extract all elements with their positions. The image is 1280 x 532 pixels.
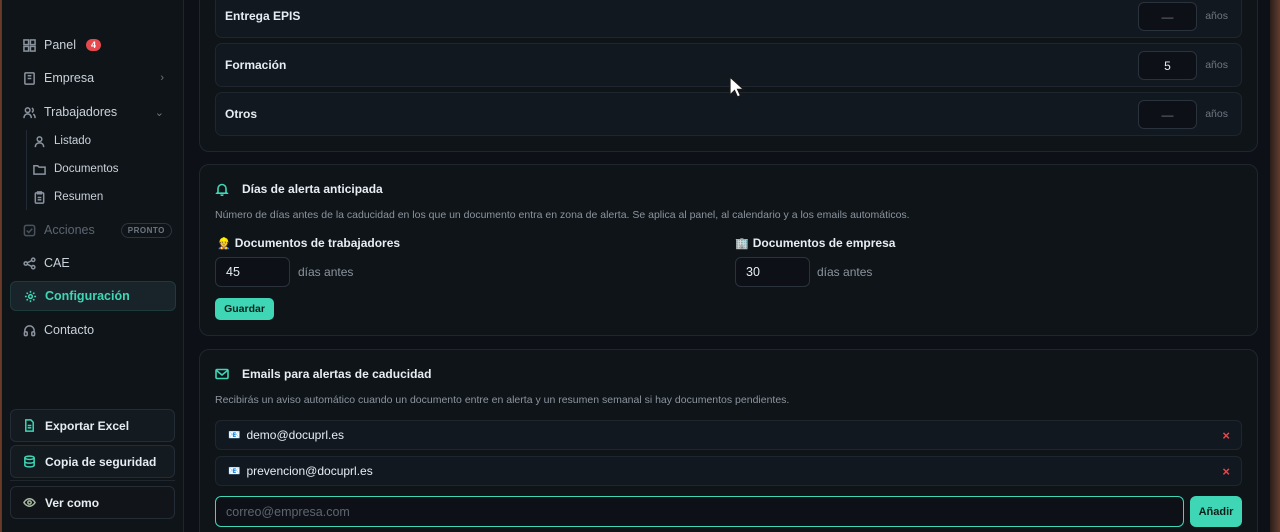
company-docs-label: 🏢 Documentos de empresa [735, 236, 895, 250]
years-unit: años [1205, 59, 1228, 71]
frame-glow-right [1270, 0, 1280, 532]
sidebar-item-label: Resumen [54, 191, 104, 203]
sidebar-item-resumen[interactable]: Resumen [10, 184, 176, 210]
sidebar-item-label: Acciones [44, 223, 95, 237]
company-days-input[interactable]: 30 [735, 257, 810, 287]
backup-button[interactable]: Copia de seguridad [10, 445, 175, 478]
building-emoji-icon: 🏢 [735, 237, 749, 250]
sidebar-item-label: Listado [54, 135, 92, 147]
sidebar-item-contacto[interactable]: Contacto [10, 315, 176, 345]
envelope-icon: 📧 [228, 429, 241, 441]
alert-emails-title: Emails para alertas de caducidad [242, 367, 432, 381]
share-icon [22, 256, 36, 270]
years-unit: años [1205, 10, 1228, 22]
folder-icon [32, 162, 46, 176]
alert-emails-description: Recibirás un aviso automático cuando un … [215, 394, 790, 406]
bell-icon [215, 182, 229, 196]
expiry-row: Entrega EPIS — años [215, 0, 1242, 38]
workers-docs-label: 👷 Documentos de trabajadores [217, 236, 400, 250]
alert-emails-card: Emails para alertas de caducidad Recibir… [199, 349, 1258, 532]
sidebar-item-panel[interactable]: Panel 4 [10, 30, 176, 60]
sidebar: Panel 4 Empresa › Trabajadores ⌄ Listado… [2, 0, 184, 532]
view-as-button[interactable]: Ver como [10, 486, 175, 519]
email-list-item: 📧 prevencion@docuprl.es × [215, 456, 1242, 486]
sidebar-item-trabajadores[interactable]: Trabajadores ⌄ [10, 97, 176, 127]
view-as-label: Ver como [45, 495, 100, 510]
headphones-icon [22, 323, 36, 337]
sidebar-item-label: Trabajadores [44, 105, 118, 119]
email-list-item: 📧 demo@docuprl.es × [215, 420, 1242, 450]
export-excel-button[interactable]: Exportar Excel [10, 409, 175, 442]
grid-icon [22, 38, 36, 52]
building-icon [22, 71, 36, 85]
worker-emoji-icon: 👷 [217, 237, 231, 250]
workers-days-input[interactable]: 45 [215, 257, 290, 287]
file-spreadsheet-icon [23, 419, 36, 432]
sidebar-item-label: Panel [44, 38, 76, 52]
sidebar-item-label: CAE [44, 256, 70, 270]
sidebar-item-listado[interactable]: Listado [10, 128, 176, 154]
years-input[interactable]: — [1138, 100, 1197, 129]
sidebar-item-documentos[interactable]: Documentos [10, 156, 176, 182]
remove-email-button[interactable]: × [1222, 428, 1230, 443]
gear-icon [23, 289, 37, 303]
sidebar-item-cae[interactable]: CAE [10, 248, 176, 278]
email-address: prevencion@docuprl.es [246, 464, 373, 478]
eye-icon [23, 496, 36, 509]
add-email-button[interactable]: Añadir [1190, 496, 1242, 527]
mouse-cursor-icon [729, 76, 746, 98]
backup-label: Copia de seguridad [45, 454, 157, 469]
remove-email-button[interactable]: × [1222, 464, 1230, 479]
sidebar-item-acciones: Acciones PRONTO [10, 215, 176, 245]
sidebar-item-empresa[interactable]: Empresa › [10, 63, 176, 93]
new-email-input[interactable] [215, 496, 1184, 527]
email-address: demo@docuprl.es [246, 428, 345, 442]
users-icon [22, 105, 36, 119]
years-input[interactable]: — [1138, 2, 1197, 31]
years-input[interactable]: 5 [1138, 51, 1197, 80]
checkbox-icon [22, 223, 36, 237]
clipboard-icon [32, 190, 46, 204]
workers-docs-text: Documentos de trabajadores [234, 236, 401, 250]
sidebar-item-configuracion[interactable]: Configuración [10, 281, 176, 311]
alert-emails-header: Emails para alertas de caducidad [215, 367, 431, 381]
expiry-row-label: Otros [225, 107, 258, 121]
alert-days-title: Días de alerta anticipada [242, 182, 383, 196]
main-content: Entrega EPIS — años Formación 5 años Otr… [184, 0, 1270, 532]
mail-icon [215, 367, 229, 381]
expiry-row-label: Entrega EPIS [225, 9, 301, 23]
company-docs-text: Documentos de empresa [752, 236, 896, 250]
sidebar-divider [10, 480, 175, 481]
sidebar-item-label: Configuración [45, 289, 130, 303]
user-icon [32, 134, 46, 148]
sidebar-item-label: Empresa [44, 71, 95, 85]
alert-days-description: Número de días antes de la caducidad en … [215, 209, 910, 221]
workers-days-suffix: días antes [298, 265, 354, 279]
notification-badge: 4 [85, 39, 101, 51]
company-days-suffix: días antes [817, 265, 873, 279]
sidebar-item-label: Contacto [44, 323, 95, 337]
envelope-icon: 📧 [228, 465, 241, 477]
chevron-right-icon: › [160, 72, 164, 84]
coming-soon-badge: PRONTO [120, 222, 172, 238]
expiry-row-label: Formación [225, 58, 287, 72]
export-excel-label: Exportar Excel [45, 418, 130, 433]
save-button[interactable]: Guardar [215, 298, 274, 320]
sidebar-item-label: Documentos [54, 163, 119, 175]
alert-days-header: Días de alerta anticipada [215, 182, 383, 196]
years-unit: años [1205, 108, 1228, 120]
database-icon [23, 455, 36, 468]
chevron-down-icon: ⌄ [154, 106, 164, 119]
alert-days-card: Días de alerta anticipada Número de días… [199, 164, 1258, 336]
